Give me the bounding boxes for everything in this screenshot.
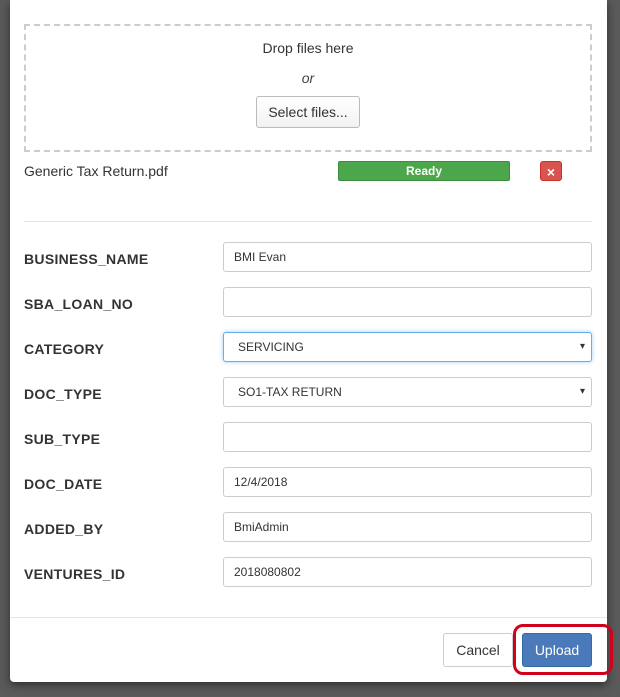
category-select[interactable]: SERVICING ▾ [223, 332, 592, 362]
upload-button[interactable]: Upload [522, 633, 592, 667]
doc-type-label: DOC_TYPE [24, 386, 102, 402]
section-divider [24, 221, 592, 222]
sba-loan-no-label: SBA_LOAN_NO [24, 296, 134, 312]
field-row-sba-loan-no: SBA_LOAN_NO [24, 287, 592, 317]
doc-date-label: DOC_DATE [24, 476, 103, 492]
chevron-down-icon: ▾ [579, 386, 585, 397]
doc-type-select[interactable]: SO1-TAX RETURN ▾ [223, 377, 592, 407]
file-dropzone[interactable]: Drop files here or Select files... [24, 24, 592, 152]
file-status-badge: Ready [338, 161, 510, 181]
field-row-business-name: BUSINESS_NAME [24, 242, 592, 272]
field-row-sub-type: SUB_TYPE [24, 422, 592, 452]
field-row-added-by: ADDED_BY [24, 512, 592, 542]
field-row-doc-date: DOC_DATE [24, 467, 592, 497]
category-selected-value: SERVICING [238, 340, 304, 354]
category-label: CATEGORY [24, 341, 105, 357]
business-name-label: BUSINESS_NAME [24, 251, 149, 267]
select-files-button[interactable]: Select files... [256, 96, 360, 128]
ventures-id-input[interactable] [223, 557, 592, 587]
business-name-input[interactable] [223, 242, 592, 272]
footer-divider [10, 617, 607, 618]
upload-dialog: Drop files here or Select files... Gener… [10, 0, 613, 682]
sub-type-input[interactable] [223, 422, 592, 452]
field-row-doc-type: DOC_TYPE SO1-TAX RETURN ▾ [24, 377, 592, 407]
added-by-input[interactable] [223, 512, 592, 542]
ventures-id-label: VENTURES_ID [24, 566, 126, 582]
added-by-label: ADDED_BY [24, 521, 104, 537]
chevron-down-icon: ▾ [579, 341, 585, 352]
cancel-button[interactable]: Cancel [443, 633, 513, 667]
drop-or-text: or [301, 70, 315, 86]
sba-loan-no-input[interactable] [223, 287, 592, 317]
remove-file-button[interactable]: × [540, 161, 562, 181]
drop-files-text: Drop files here [262, 40, 354, 56]
sub-type-label: SUB_TYPE [24, 431, 101, 447]
field-row-category: CATEGORY SERVICING ▾ [24, 332, 592, 362]
field-row-ventures-id: VENTURES_ID [24, 557, 592, 587]
doc-date-input[interactable] [223, 467, 592, 497]
doc-type-selected-value: SO1-TAX RETURN [238, 385, 342, 399]
file-name: Generic Tax Return.pdf [24, 163, 168, 179]
close-icon: × [546, 164, 556, 180]
